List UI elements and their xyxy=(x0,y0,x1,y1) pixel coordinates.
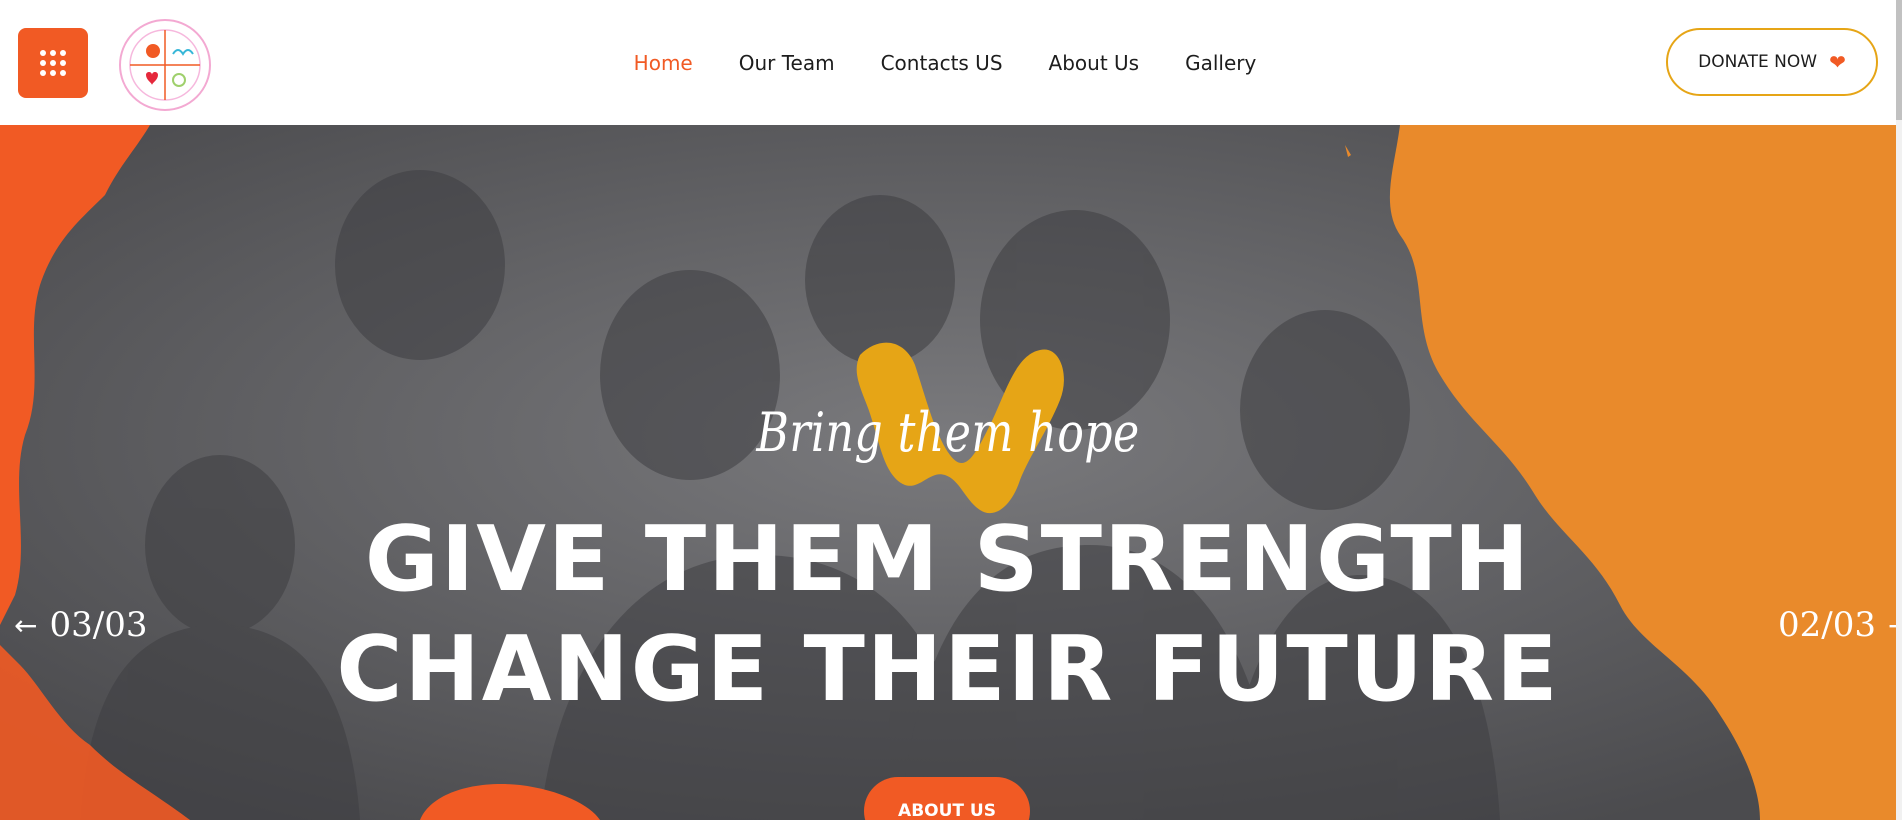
heart-icon: ❤ xyxy=(1829,50,1846,74)
nav-about-us[interactable]: About Us xyxy=(1049,51,1140,75)
hero-headline: GIVE THEM STRENGTH CHANGE THEIR FUTURE xyxy=(0,505,1896,725)
site-header: Home Our Team Contacts US About Us Galle… xyxy=(0,0,1896,125)
page-scrollbar-thumb[interactable] xyxy=(1896,0,1902,120)
arrow-left-icon: ← xyxy=(14,608,38,642)
page-scrollbar[interactable] xyxy=(1896,0,1902,820)
headline-line-1: GIVE THEM STRENGTH xyxy=(364,507,1532,612)
prev-slide-counter: 03/03 xyxy=(49,605,148,645)
nav-contacts-us[interactable]: Contacts US xyxy=(881,51,1003,75)
prev-slide-control[interactable]: ← 03/03 xyxy=(14,605,147,645)
main-nav: Home Our Team Contacts US About Us Galle… xyxy=(0,0,1896,125)
hero-slider: Bring them hope GIVE THEM STRENGTH CHANG… xyxy=(0,125,1896,820)
next-slide-control[interactable]: 02/03 → xyxy=(1778,605,1896,645)
nav-gallery[interactable]: Gallery xyxy=(1185,51,1256,75)
hero-kicker: Bring them hope xyxy=(756,401,1140,464)
nav-our-team[interactable]: Our Team xyxy=(739,51,835,75)
arrow-right-icon: → xyxy=(1888,609,1896,642)
next-slide-counter: 02/03 xyxy=(1778,605,1876,645)
headline-line-2: CHANGE THEIR FUTURE xyxy=(336,617,1560,722)
donate-label: DONATE NOW xyxy=(1698,52,1818,72)
donate-now-button[interactable]: DONATE NOW ❤ xyxy=(1666,28,1878,96)
about-us-button[interactable]: ABOUT US xyxy=(864,777,1030,820)
nav-home[interactable]: Home xyxy=(634,51,693,75)
